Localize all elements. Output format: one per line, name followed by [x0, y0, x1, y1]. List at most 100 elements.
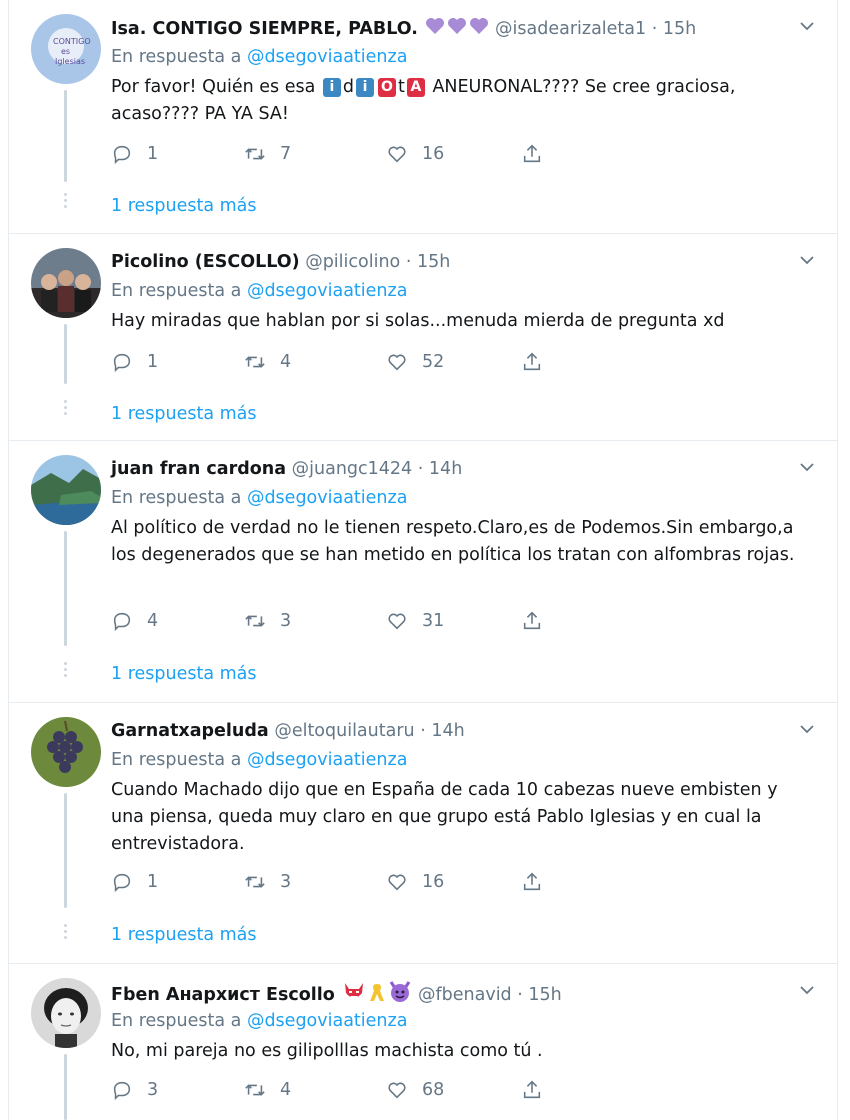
purple-heart-icon	[447, 17, 467, 41]
timestamp[interactable]: 15h	[663, 19, 696, 39]
share-icon	[523, 352, 541, 371]
reply-context: En respuesta a @dsegoviaatienza	[111, 749, 407, 771]
tweet-header: Fben Анархист Escollo @fbenavid · 15h	[111, 981, 562, 1009]
reply-button[interactable]: 3	[111, 1076, 158, 1104]
like-button[interactable]: 16	[386, 868, 444, 896]
retweet-count: 7	[280, 144, 292, 164]
text-part: d	[342, 77, 354, 97]
retweet-icon	[245, 148, 265, 160]
show-more-replies[interactable]: 1 respuesta más	[111, 195, 257, 217]
reply-button[interactable]: 4	[111, 607, 158, 635]
avatar[interactable]: CONTIGO es Iglesias	[31, 14, 101, 84]
retweet-icon	[245, 356, 265, 368]
chevron-down-icon[interactable]	[799, 20, 815, 32]
reply-button[interactable]: 1	[111, 140, 158, 168]
tweet-actions: 1 7 16	[111, 140, 571, 168]
tweet[interactable]: juan fran cardona @juangc1424 · 14h En r…	[9, 441, 837, 703]
tweet[interactable]: CONTIGO es Iglesias Isa. CONTIGO SIEMPRE, …	[9, 0, 837, 234]
thread-line	[64, 1054, 67, 1120]
user-handle[interactable]: @juangc1424	[292, 459, 413, 479]
retweet-count: 4	[280, 1080, 292, 1100]
reply-count: 4	[147, 611, 159, 631]
thread-line	[64, 90, 67, 182]
tweet[interactable]: Fben Анархист Escollo @fbenavid · 15h En…	[9, 964, 837, 1120]
reply-button[interactable]: 1	[111, 868, 158, 896]
avatar[interactable]	[31, 717, 101, 787]
like-button[interactable]: 52	[386, 348, 444, 376]
avatar[interactable]	[31, 248, 101, 318]
tweet[interactable]: Garnatxapeluda @eltoquilautaru · 14h En …	[9, 703, 837, 964]
display-name[interactable]: Fben Анархист Escollo	[111, 985, 335, 1005]
tweet-header: juan fran cardona @juangc1424 · 14h	[111, 458, 462, 480]
thread-dots	[61, 921, 69, 942]
show-more-replies[interactable]: 1 respuesta más	[111, 924, 257, 946]
show-more-replies[interactable]: 1 respuesta más	[111, 403, 257, 425]
mention-link[interactable]: @dsegoviaatienza	[247, 750, 407, 770]
chevron-down-icon[interactable]	[799, 984, 815, 996]
share-button[interactable]	[521, 1076, 557, 1104]
retweet-count: 3	[280, 872, 292, 892]
thread-line	[64, 793, 67, 908]
avatar[interactable]	[31, 455, 101, 525]
retweet-count: 4	[280, 352, 292, 372]
mention-link[interactable]: @dsegoviaatienza	[247, 47, 407, 67]
display-name[interactable]: Picolino (ESCOLLO)	[111, 252, 300, 272]
reply-prefix: En respuesta a	[111, 281, 242, 301]
chevron-down-icon[interactable]	[799, 254, 815, 266]
purple-devil-icon	[388, 981, 412, 1009]
reply-prefix: En respuesta a	[111, 750, 242, 770]
timestamp[interactable]: 14h	[431, 721, 464, 741]
display-name[interactable]: Isa. CONTIGO SIEMPRE, PABLO.	[111, 19, 418, 39]
display-name[interactable]: Garnatxapeluda	[111, 721, 269, 741]
like-button[interactable]: 68	[386, 1076, 444, 1104]
mention-link[interactable]: @dsegoviaatienza	[247, 281, 407, 301]
tweet-header: Picolino (ESCOLLO) @pilicolino · 15h	[111, 251, 450, 273]
reply-prefix: En respuesta a	[111, 47, 242, 67]
thread-dots	[61, 397, 69, 418]
separator: ·	[420, 721, 426, 741]
letter-badge: i	[356, 78, 374, 97]
retweet-button[interactable]: 3	[244, 868, 291, 896]
timestamp[interactable]: 15h	[528, 985, 561, 1005]
mention-link[interactable]: @dsegoviaatienza	[247, 488, 407, 508]
tweet-text: No, mi pareja no es gilipolllas machista…	[111, 1041, 543, 1061]
reply-prefix: En respuesta a	[111, 488, 242, 508]
retweet-button[interactable]: 4	[244, 348, 291, 376]
share-button[interactable]	[521, 868, 557, 896]
mention-link[interactable]: @dsegoviaatienza	[247, 1011, 407, 1031]
user-handle[interactable]: @isadearizaleta1	[495, 19, 646, 39]
share-button[interactable]	[521, 607, 557, 635]
separator: ·	[405, 252, 412, 272]
like-button[interactable]: 16	[386, 140, 444, 168]
retweet-button[interactable]: 3	[244, 607, 291, 635]
tweet-header: Isa. CONTIGO SIEMPRE, PABLO. @isadeariza…	[111, 17, 696, 41]
chevron-down-icon[interactable]	[799, 461, 815, 473]
share-button[interactable]	[521, 140, 557, 168]
reply-button[interactable]: 1	[111, 348, 158, 376]
letter-badge: O	[378, 78, 396, 97]
timestamp[interactable]: 15h	[417, 252, 450, 272]
user-handle[interactable]: @fbenavid	[418, 985, 512, 1005]
reply-context: En respuesta a @dsegoviaatienza	[111, 1010, 407, 1032]
tweet-header: Garnatxapeluda @eltoquilautaru · 14h	[111, 720, 465, 742]
retweet-button[interactable]: 7	[244, 140, 291, 168]
timestamp[interactable]: 14h	[429, 459, 462, 479]
like-count: 16	[422, 872, 445, 892]
user-handle[interactable]: @eltoquilautaru	[274, 721, 414, 741]
show-more-replies[interactable]: 1 respuesta más	[111, 663, 257, 685]
display-name[interactable]: juan fran cardona	[111, 459, 286, 479]
tweet[interactable]: Picolino (ESCOLLO) @pilicolino · 15h En …	[9, 234, 837, 441]
thread-dots	[61, 659, 69, 680]
user-handle[interactable]: @pilicolino	[305, 252, 400, 272]
share-icon	[523, 1080, 541, 1099]
chevron-down-icon[interactable]	[799, 723, 815, 735]
reply-prefix: En respuesta a	[111, 1011, 242, 1031]
tweet-text: Al político de verdad no le tienen respe…	[111, 518, 795, 565]
share-button[interactable]	[521, 348, 557, 376]
retweet-icon	[245, 615, 265, 627]
avatar[interactable]	[31, 978, 101, 1048]
heart-icon	[388, 354, 406, 371]
retweet-button[interactable]: 4	[244, 1076, 291, 1104]
like-button[interactable]: 31	[386, 607, 444, 635]
reply-feed: CONTIGO es Iglesias Isa. CONTIGO SIEMPRE, …	[0, 0, 850, 1120]
